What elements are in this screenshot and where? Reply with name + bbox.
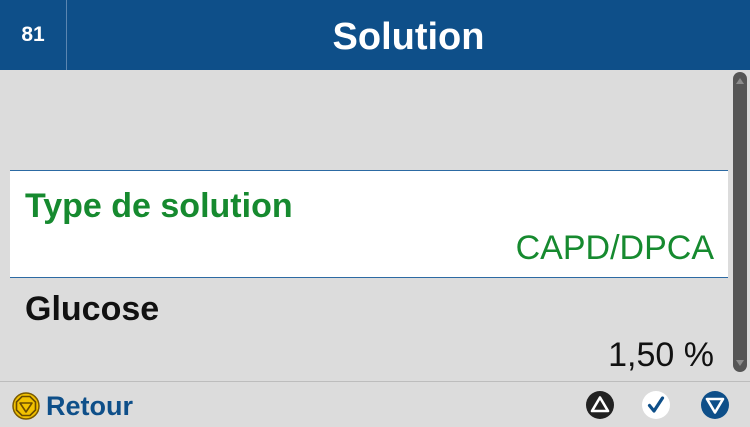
back-label: Retour (46, 390, 133, 421)
stop-back-icon (12, 392, 40, 420)
empty-row (10, 70, 728, 170)
check-icon (642, 391, 670, 419)
footer-bar: Retour (0, 381, 750, 427)
scroll-up-arrow-icon (736, 78, 744, 84)
up-triangle-icon (586, 391, 614, 419)
list-item-value: CAPD/DPCA (515, 229, 714, 267)
settings-list: Type de solution CAPD/DPCA Glucose 1,50 … (10, 70, 728, 380)
up-button[interactable] (585, 390, 615, 420)
list-item-label: Glucose (25, 290, 160, 328)
page-title: Solution (332, 16, 485, 58)
list-item-glucose[interactable]: Glucose 1,50 % (10, 278, 728, 380)
header-bar: 81 Solution (0, 0, 750, 70)
list-item-solution-type[interactable]: Type de solution CAPD/DPCA (10, 170, 728, 278)
back-button[interactable]: Retour (12, 390, 133, 422)
list-item-value: 1,50 % (608, 336, 714, 374)
scroll-down-arrow-icon (736, 360, 744, 366)
scrollbar[interactable] (733, 72, 747, 372)
confirm-button[interactable] (641, 390, 671, 420)
down-triangle-icon (701, 391, 729, 419)
screen-number: 81 (0, 0, 67, 70)
down-button[interactable] (700, 390, 730, 420)
list-item-label: Type de solution (25, 187, 293, 225)
